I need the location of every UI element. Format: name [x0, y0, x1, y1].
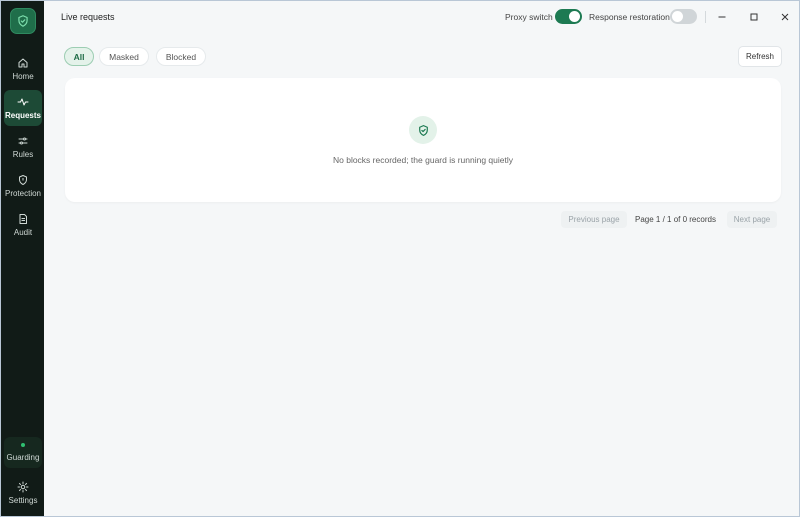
home-icon: [18, 58, 28, 68]
sidebar: Home Requests Rules Protection Audit Gua…: [1, 1, 44, 516]
app-window: Home Requests Rules Protection Audit Gua…: [0, 0, 800, 517]
sidebar-item-label: Audit: [13, 228, 33, 237]
sidebar-item-label: Settings: [8, 496, 38, 505]
next-page-button[interactable]: Next page: [727, 211, 777, 228]
maximize-icon: [750, 13, 758, 21]
response-restoration-toggle[interactable]: [670, 9, 697, 24]
refresh-button[interactable]: Refresh: [738, 46, 782, 67]
empty-state-badge: [409, 116, 437, 144]
proxy-switch-label: Proxy switch: [505, 12, 553, 22]
requests-panel: No blocks recorded; the guard is running…: [65, 78, 781, 202]
sun-gear-icon: [17, 481, 29, 493]
sidebar-item-settings[interactable]: Settings: [4, 475, 42, 511]
shield-check-icon: [418, 124, 428, 136]
shield-icon: [19, 175, 27, 185]
filter-tab-all[interactable]: All: [64, 47, 94, 66]
close-button[interactable]: [775, 7, 795, 27]
sidebar-item-protection[interactable]: Protection: [4, 168, 42, 204]
page-title: Live requests: [61, 12, 115, 22]
sidebar-item-label: Rules: [12, 150, 34, 159]
response-restoration-label: Response restoration: [589, 12, 670, 22]
filter-tab-masked[interactable]: Masked: [99, 47, 149, 66]
minimize-button[interactable]: [712, 7, 732, 27]
close-icon: [781, 13, 789, 21]
divider: [705, 11, 706, 23]
status-dot-icon: [21, 443, 25, 447]
maximize-button[interactable]: [744, 7, 764, 27]
sidebar-item-audit[interactable]: Audit: [4, 207, 42, 243]
sidebar-item-label: Protection: [4, 189, 42, 198]
minimize-icon: [718, 16, 726, 18]
guarding-status: Guarding: [4, 437, 42, 468]
sidebar-item-label: Requests: [4, 111, 41, 120]
sidebar-item-requests[interactable]: Requests: [4, 90, 42, 126]
sidebar-item-home[interactable]: Home: [4, 51, 42, 87]
sidebar-item-label: Home: [12, 72, 34, 81]
proxy-switch-toggle[interactable]: [555, 9, 582, 24]
activity-icon: [17, 98, 29, 106]
app-logo: [10, 8, 36, 34]
title-bar: Live requests Proxy switch Response rest…: [44, 1, 799, 33]
toggle-knob: [672, 11, 683, 22]
toggle-knob: [569, 11, 580, 22]
guarding-status-label: Guarding: [6, 453, 40, 462]
filter-tab-blocked[interactable]: Blocked: [156, 47, 206, 66]
sliders-icon: [18, 137, 28, 145]
sidebar-item-rules[interactable]: Rules: [4, 129, 42, 165]
shield-check-icon: [18, 15, 28, 27]
empty-state-message: No blocks recorded; the guard is running…: [332, 155, 514, 165]
pagination-info: Page 1 / 1 of 0 records: [635, 215, 716, 224]
document-icon: [19, 214, 27, 224]
previous-page-button[interactable]: Previous page: [561, 211, 627, 228]
